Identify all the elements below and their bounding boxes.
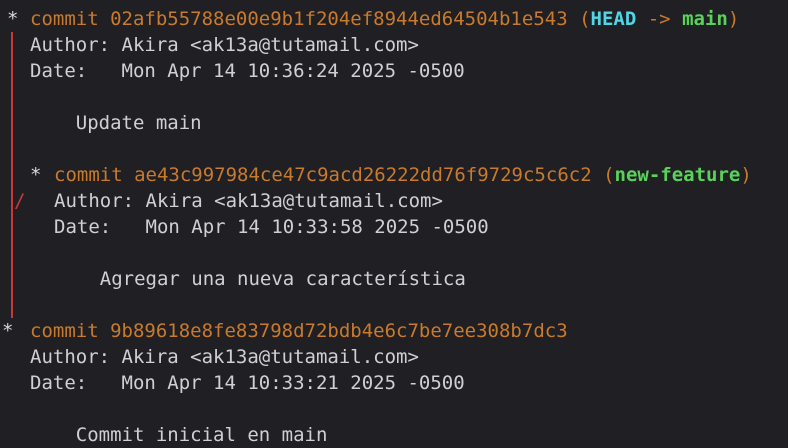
commit-hash: commit 9b89618e8fe83798d72bdb4e6c7be7ee3…	[30, 320, 568, 342]
date-line: Date: Mon Apr 14 10:36:24 2025 -0500	[0, 58, 465, 84]
ref-open: (	[591, 164, 615, 186]
graph-edge	[0, 32, 30, 58]
graph-space	[30, 214, 54, 240]
graph-node: *	[7, 8, 19, 30]
graph-edge	[0, 136, 30, 162]
ref-close: )	[740, 164, 752, 186]
commit-date: Date: Mon Apr 14 10:33:58 2025 -0500	[54, 216, 489, 238]
blank-line	[0, 84, 30, 110]
graph-space	[0, 370, 30, 396]
graph-node: *	[2, 320, 14, 342]
branch-ref: main	[682, 8, 728, 30]
commit-hash: commit 02afb55788e00e9b1f204ef8944ed6450…	[30, 8, 568, 30]
commit-line: * commit 02afb55788e00e9b1f204ef8944ed645…	[0, 6, 739, 32]
graph-edge	[0, 110, 30, 136]
ref-open: (	[567, 8, 591, 30]
commit-line: * commit 9b89618e8fe83798d72bdb4e6c7be7ee…	[0, 318, 568, 344]
message-line: Update main	[0, 110, 202, 136]
graph-edge	[0, 84, 30, 110]
graph-edge: /	[0, 188, 30, 214]
commit-message: Update main	[30, 112, 202, 134]
author-line: Author: Akira <ak13a@tutamail.com>	[0, 32, 419, 58]
graph-space	[0, 344, 30, 370]
commit-message: Agregar una nueva característica	[54, 268, 466, 290]
commit-author: Author: Akira <ak13a@tutamail.com>	[54, 190, 443, 212]
message-line: Commit inicial en main	[0, 422, 328, 448]
ref-arrow: ->	[636, 8, 683, 30]
graph-space	[30, 188, 54, 214]
graph-edge	[0, 58, 30, 84]
commit-hash: commit ae43c997984ce47c9acd26222dd76f972…	[54, 164, 592, 186]
author-line: / Author: Akira <ak13a@tutamail.com>	[0, 188, 443, 214]
commit-date: Date: Mon Apr 14 10:33:21 2025 -0500	[30, 372, 465, 394]
graph-node: *	[30, 164, 42, 186]
graph-edge	[0, 162, 30, 188]
graph-edge	[0, 214, 30, 240]
date-line: Date: Mon Apr 14 10:33:58 2025 -0500	[0, 214, 489, 240]
head-ref: HEAD	[590, 8, 637, 30]
graph-edge	[0, 240, 30, 266]
commit-author: Author: Akira <ak13a@tutamail.com>	[30, 346, 419, 368]
blank-line	[0, 136, 30, 162]
message-line: Agregar una nueva característica	[0, 266, 466, 292]
blank-line	[0, 240, 30, 266]
commit-message: Commit inicial en main	[30, 424, 328, 446]
terminal-window[interactable]: * commit 02afb55788e00e9b1f204ef8944ed645…	[0, 0, 788, 446]
blank-line	[0, 292, 30, 318]
graph-space	[0, 422, 30, 448]
graph-space	[30, 266, 54, 292]
commit-line: * commit ae43c997984ce47c9acd26222dd76f97…	[0, 162, 752, 188]
graph-edge	[0, 292, 30, 318]
author-line: Author: Akira <ak13a@tutamail.com>	[0, 344, 419, 370]
graph-edge	[0, 266, 30, 292]
date-line: Date: Mon Apr 14 10:33:21 2025 -0500	[0, 370, 465, 396]
commit-date: Date: Mon Apr 14 10:36:24 2025 -0500	[30, 60, 465, 82]
commit-author: Author: Akira <ak13a@tutamail.com>	[30, 34, 419, 56]
branch-ref: new-feature	[614, 164, 741, 186]
ref-close: )	[727, 8, 740, 30]
